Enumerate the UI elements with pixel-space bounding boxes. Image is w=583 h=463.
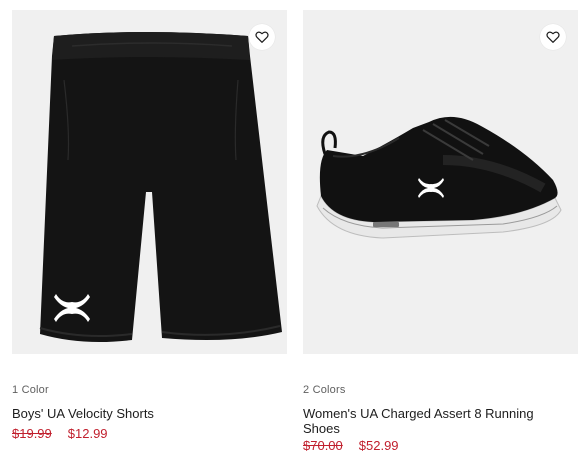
product-image-shoes[interactable] xyxy=(303,10,578,354)
sale-price: $52.99 xyxy=(358,438,399,453)
shoe-image xyxy=(316,116,562,239)
heart-outline-icon xyxy=(255,31,269,43)
favorite-button[interactable] xyxy=(249,24,275,50)
shorts-image xyxy=(39,32,282,342)
product-image-shorts[interactable] xyxy=(12,10,287,354)
price-group: $70.00 $52.99 xyxy=(303,438,399,453)
color-count: 1 Color xyxy=(12,384,49,396)
product-card: 1 Color Boys' UA Velocity Shorts $19.99 … xyxy=(12,10,287,441)
price-group: $19.99 $12.99 xyxy=(12,426,108,441)
color-count: 2 Colors xyxy=(303,384,346,396)
product-card: 2 Colors Women's UA Charged Assert 8 Run… xyxy=(303,10,578,453)
original-price: $19.99 xyxy=(12,426,52,441)
product-name-link[interactable]: Boys' UA Velocity Shorts xyxy=(12,406,272,421)
original-price: $70.00 xyxy=(303,438,343,453)
sale-price: $12.99 xyxy=(67,426,108,441)
favorite-button[interactable] xyxy=(540,24,566,50)
product-name-link[interactable]: Women's UA Charged Assert 8 Running Shoe… xyxy=(303,406,563,436)
heart-outline-icon xyxy=(546,31,560,43)
